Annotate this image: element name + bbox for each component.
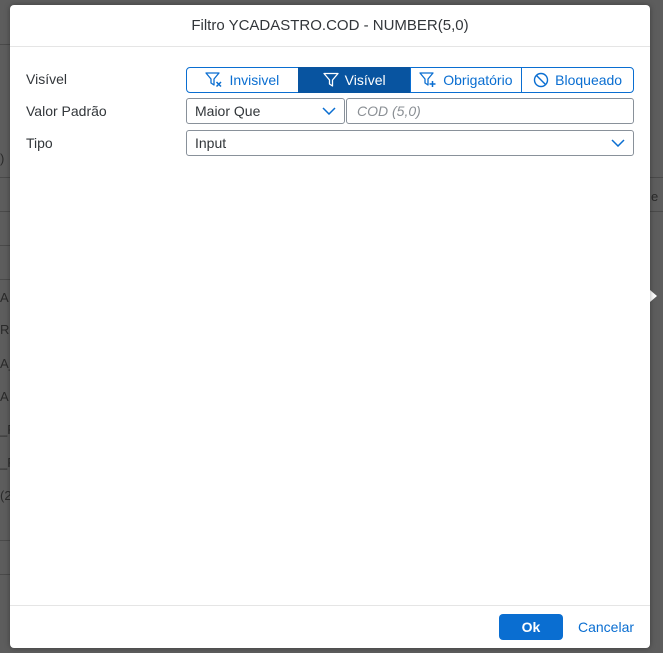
segment-visivel-label: Visível	[344, 72, 386, 88]
operator-select-value: Maior Que	[195, 103, 261, 119]
visibility-segmented-control: Invisivel Visível Obrigatório Bloqueado	[186, 67, 634, 93]
visivel-label: Visível	[26, 71, 67, 87]
bg-divider	[0, 245, 10, 246]
popover-arrow	[650, 290, 657, 302]
bg-divider	[0, 279, 10, 280]
bg-divider	[0, 44, 10, 45]
tipo-select[interactable]: Input	[186, 130, 634, 156]
dialog-title: Filtro YCADASTRO.COD - NUMBER(5,0)	[191, 17, 469, 34]
segment-invisivel[interactable]: Invisivel	[186, 67, 299, 93]
bg-text-fragment: e	[651, 189, 659, 204]
filter-dialog: Filtro YCADASTRO.COD - NUMBER(5,0) Visív…	[10, 5, 650, 648]
tipo-label: Tipo	[26, 135, 53, 151]
bg-text-fragment: )	[0, 151, 5, 166]
segment-visivel[interactable]: Visível	[297, 67, 411, 93]
ok-button[interactable]: Ok	[499, 614, 563, 640]
filter-remove-icon	[205, 72, 223, 88]
bg-divider	[0, 574, 10, 575]
segment-obrigatorio-label: Obrigatório	[443, 72, 513, 88]
bg-divider	[0, 540, 10, 541]
bg-text-fragment: R	[0, 322, 10, 337]
filter-icon	[322, 72, 339, 88]
dialog-header: Filtro YCADASTRO.COD - NUMBER(5,0)	[10, 5, 650, 47]
blocked-icon	[533, 72, 549, 88]
segment-invisivel-label: Invisivel	[229, 72, 280, 88]
valor-padrao-label: Valor Padrão	[26, 103, 107, 119]
filter-add-icon	[419, 72, 437, 88]
tipo-select-value: Input	[195, 135, 227, 151]
bg-text-fragment: A	[0, 290, 9, 305]
segment-bloqueado[interactable]: Bloqueado	[521, 67, 634, 93]
cancel-button[interactable]: Cancelar	[572, 614, 640, 640]
segment-obrigatorio[interactable]: Obrigatório	[409, 67, 523, 93]
chevron-down-icon	[314, 107, 344, 115]
default-value-input[interactable]	[346, 98, 634, 124]
operator-select[interactable]: Maior Que	[186, 98, 345, 124]
segment-bloqueado-label: Bloqueado	[555, 72, 623, 88]
dialog-footer: Ok Cancelar	[10, 605, 650, 648]
chevron-down-icon	[603, 139, 633, 147]
bg-text-fragment: A	[0, 389, 9, 404]
